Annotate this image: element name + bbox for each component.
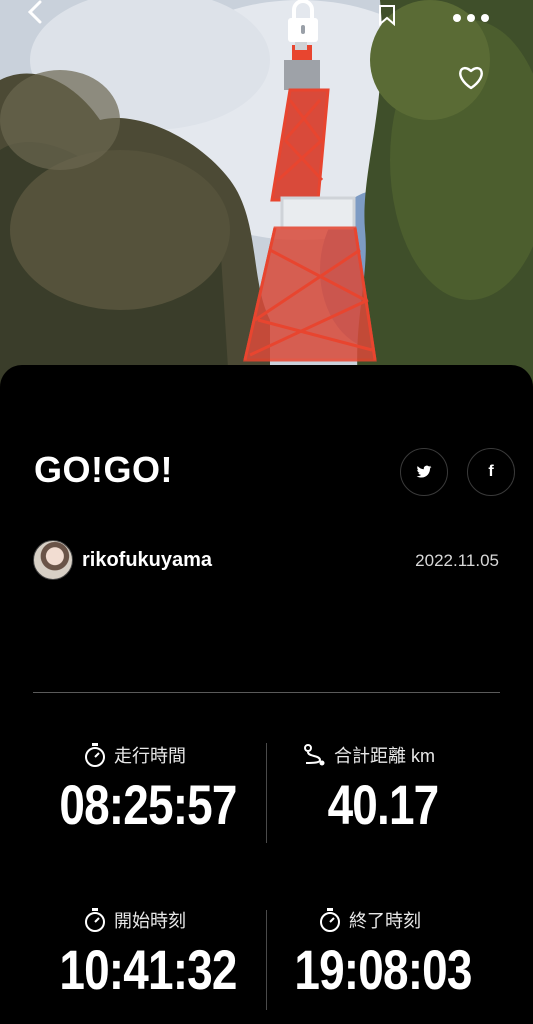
chevron-left-icon[interactable] [24,0,48,24]
stopwatch-icon [85,908,105,932]
run-time-label: 走行時間 [114,746,186,766]
end-label-group: 終了時刻 [319,907,421,933]
username[interactable]: rikofukuyama [82,549,212,572]
stopwatch-icon [320,908,340,932]
start-label: 開始時刻 [114,911,186,931]
facebook-icon: f [488,463,494,480]
lock-icon [288,0,318,42]
start-label-group: 開始時刻 [84,907,186,933]
distance-label: 合計距離 km [334,746,435,766]
hero-photo [0,0,533,400]
stopwatch-icon [85,743,105,767]
twitter-icon [416,465,432,478]
twitter-share-button[interactable] [400,448,448,496]
facebook-share-button[interactable]: f [467,448,515,496]
stat-divider [266,910,267,1010]
heart-icon[interactable] [457,64,485,90]
avatar[interactable] [33,540,73,580]
more-icon[interactable] [452,12,490,24]
end-value: 19:08:03 [294,938,472,1001]
run-time-value: 08:25:57 [59,773,237,836]
stat-divider [266,743,267,843]
tokyo-tower-photo [0,0,533,400]
post-date: 2022.11.05 [415,551,499,570]
divider [33,692,500,693]
distance-label-group: 合計距離 km [302,742,435,768]
bookmark-icon[interactable] [378,4,396,26]
start-value: 10:41:32 [59,938,237,1001]
end-label: 終了時刻 [349,911,421,931]
post-title: GO!GO! [34,449,173,490]
route-icon [304,744,325,766]
distance-value: 40.17 [327,773,440,836]
run-time-label-group: 走行時間 [84,742,186,768]
